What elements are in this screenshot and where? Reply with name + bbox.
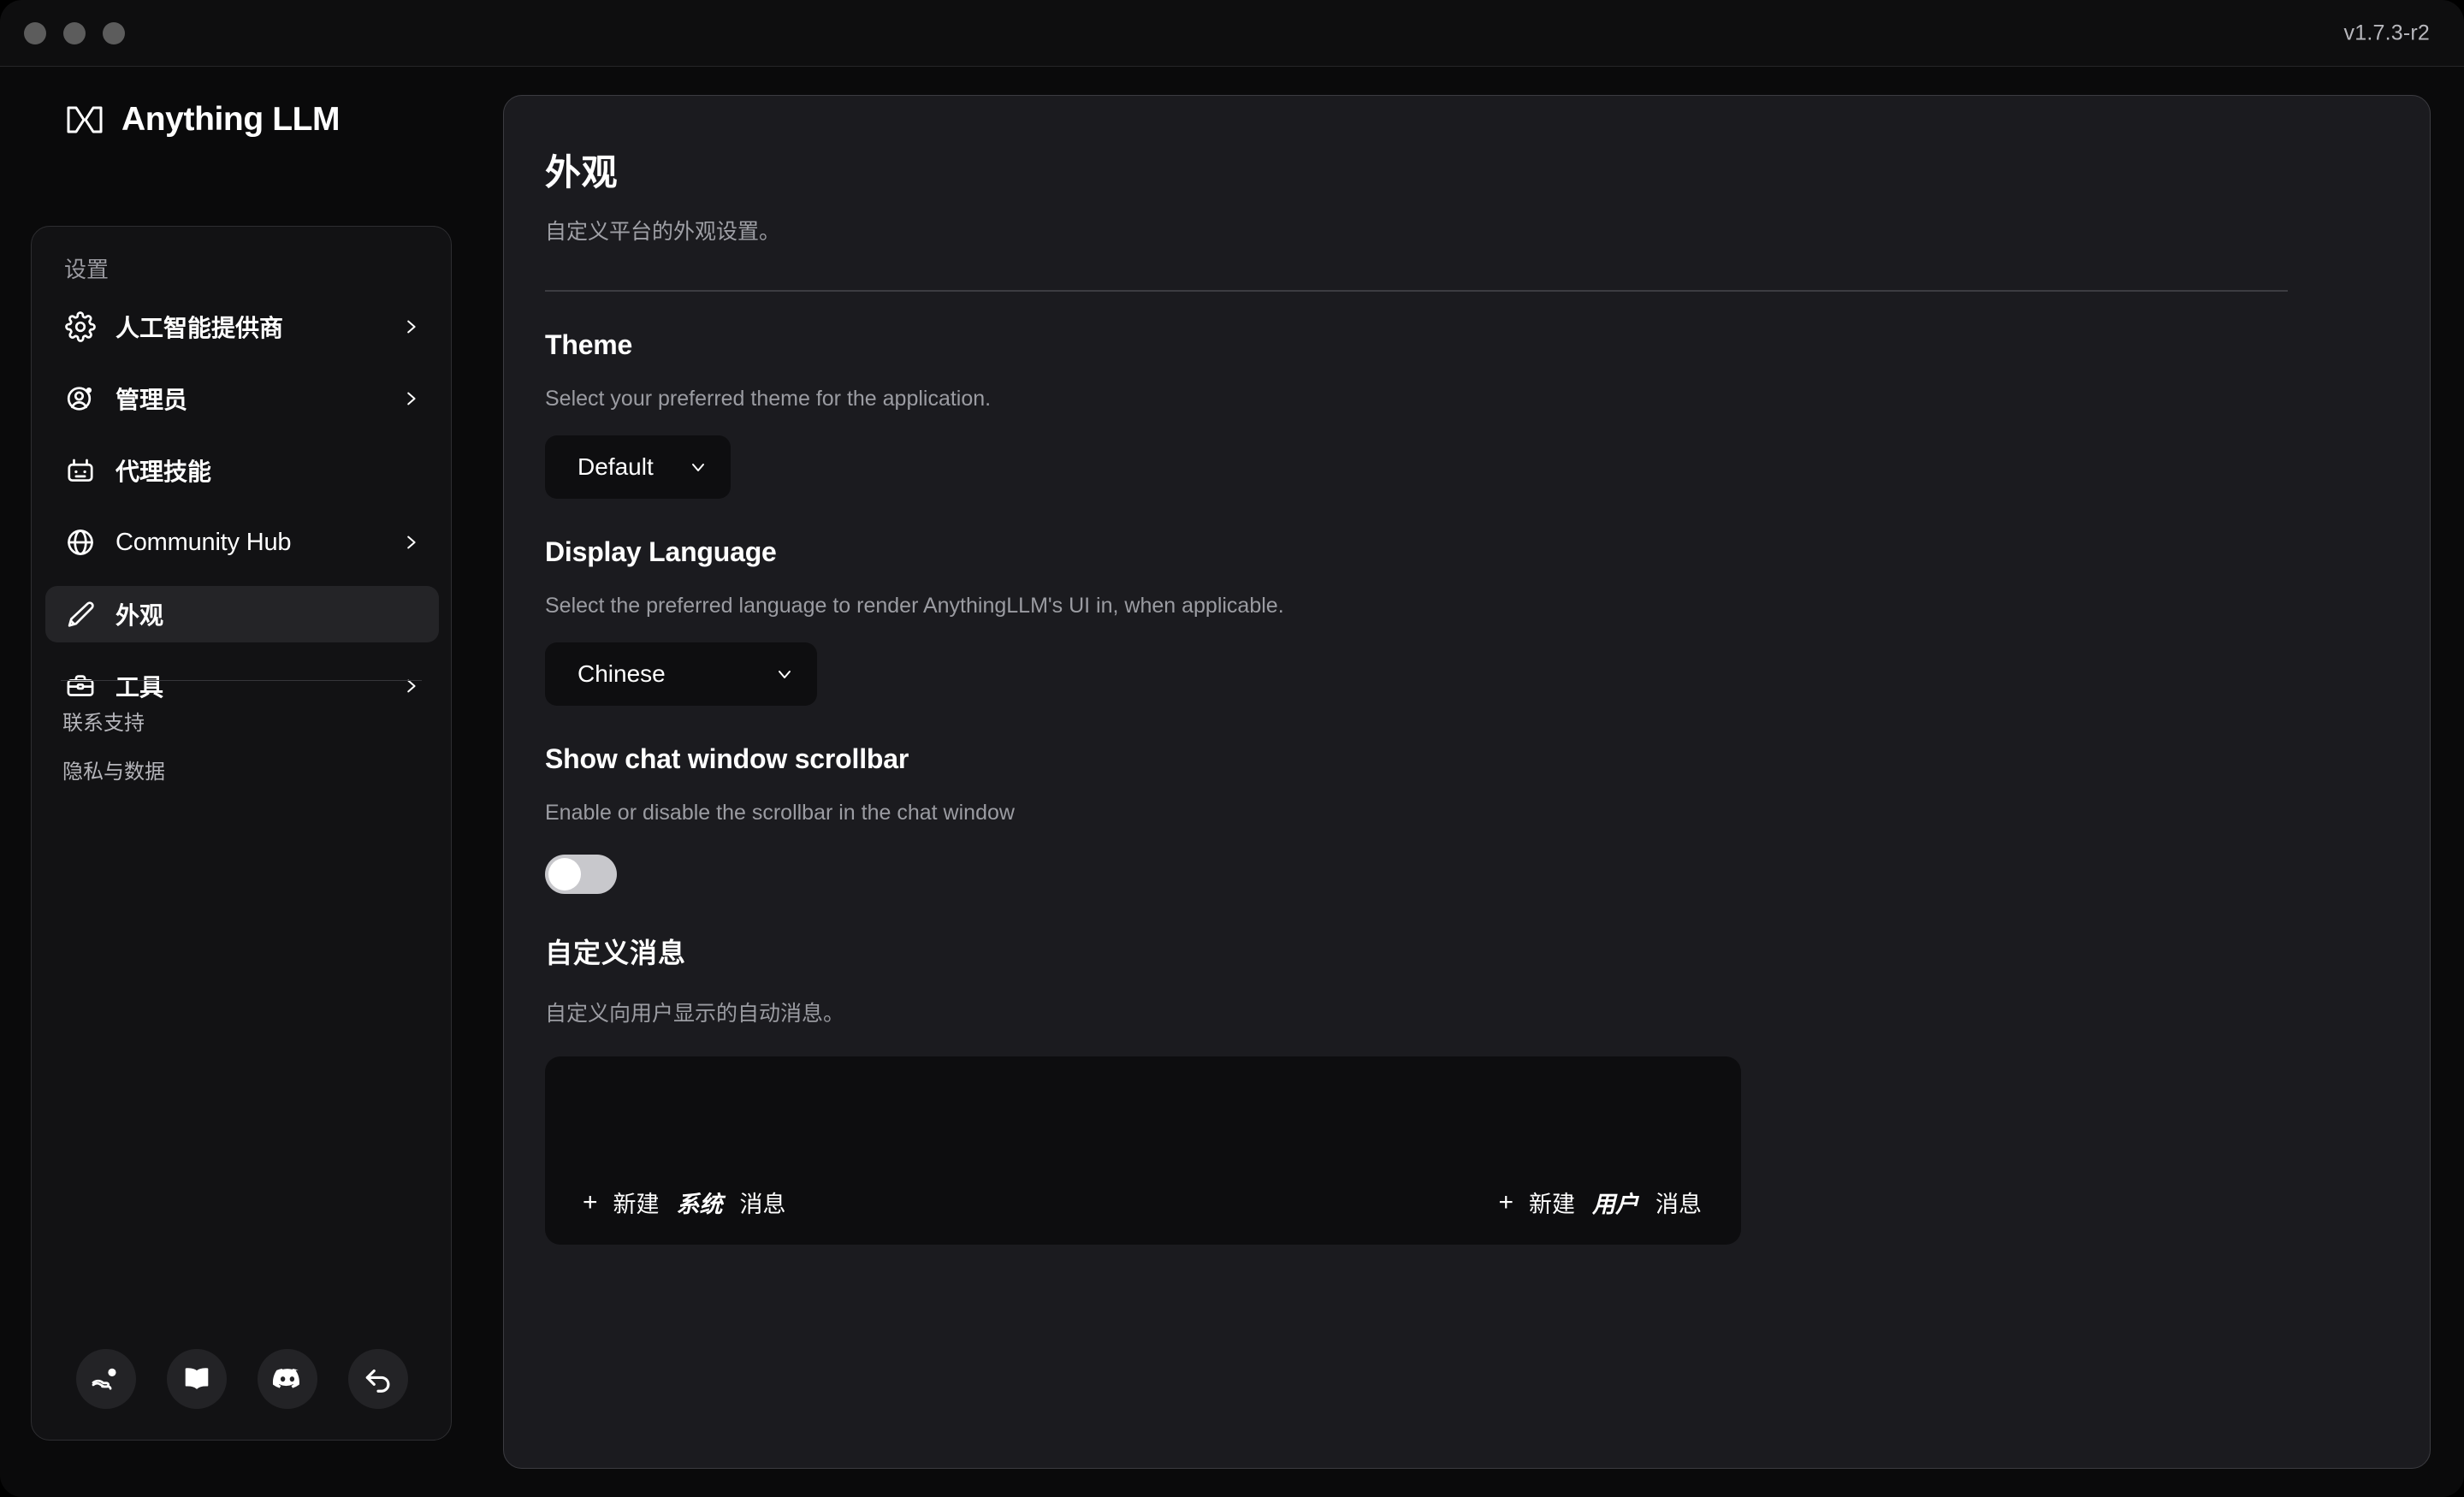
page-title: 外观 (545, 152, 619, 192)
theme-title: Theme (545, 329, 633, 360)
header-divider (545, 290, 2288, 292)
toggle-knob (548, 858, 581, 891)
display-language-section: Display Language Select the preferred la… (545, 536, 2342, 706)
custom-messages-section: 自定义消息 自定义向用户显示的自动消息。 + 新建 系统 消息 + 新建 用户 … (545, 932, 2342, 1245)
display-language-select[interactable]: Chinese (545, 642, 817, 706)
chevron-right-icon (401, 317, 420, 336)
new-system-message-emphasis: 系统 (676, 1192, 723, 1217)
app-window: v1.7.3-r2 Anything LLM 设置 人工智能提供商 管理员 代理… (0, 0, 2464, 1497)
brand[interactable]: Anything LLM (65, 101, 341, 139)
arrow-back-icon (362, 1363, 394, 1395)
sidebar-item-admin[interactable]: 管理员 (45, 370, 439, 427)
minimize-button[interactable] (63, 21, 86, 44)
sidebar-item-label: 工具 (116, 674, 164, 701)
hand-coin-icon (90, 1363, 122, 1395)
theme-select[interactable]: Default (545, 435, 731, 499)
pencil-icon (64, 598, 97, 630)
new-system-message-prefix: 新建 (613, 1192, 660, 1217)
discord-button[interactable] (258, 1349, 317, 1409)
chevron-down-icon (740, 664, 795, 684)
version-label: v1.7.3-r2 (2343, 21, 2430, 44)
scrollbar-description: Enable or disable the scrollbar in the c… (545, 801, 1015, 825)
sidebar-item-label: 人工智能提供商 (116, 315, 284, 341)
custom-messages-title: 自定义消息 (545, 938, 687, 968)
discord-icon (271, 1363, 304, 1395)
docs-button[interactable] (167, 1349, 227, 1409)
traffic-lights (24, 21, 125, 44)
sidebar-item-appearance[interactable]: 外观 (45, 586, 439, 642)
sidebar-divider (61, 680, 422, 681)
body-area: Anything LLM 设置 人工智能提供商 管理员 代理技能 Communi… (0, 67, 2464, 1497)
theme-description: Select your preferred theme for the appl… (545, 387, 992, 411)
new-user-message-button[interactable]: + 新建 用户 消息 (1498, 1186, 1703, 1219)
anythingllm-logo-icon (65, 105, 104, 134)
scrollbar-section: Show chat window scrollbar Enable or dis… (545, 743, 2342, 894)
title-bar: v1.7.3-r2 (0, 0, 2464, 67)
chevron-right-icon (401, 389, 420, 408)
appearance-settings: 外观 自定义平台的外观设置。 Theme Select your preferr… (545, 144, 2342, 1245)
display-language-description: Select the preferred language to render … (545, 594, 1284, 618)
plus-icon: + (583, 1187, 598, 1216)
theme-select-value: Default (578, 453, 654, 480)
settings-section-label: 设置 (64, 257, 110, 282)
new-user-message-prefix: 新建 (1529, 1192, 1575, 1217)
donate-button[interactable] (76, 1349, 136, 1409)
gear-icon (64, 311, 97, 343)
new-system-message-suffix: 消息 (739, 1192, 786, 1217)
privacy-and-data-link[interactable]: 隐私与数据 (62, 754, 165, 784)
custom-messages-actions: + 新建 系统 消息 + 新建 用户 消息 (545, 1186, 1741, 1219)
sidebar-item-label: 代理技能 (116, 459, 212, 485)
robot-icon (64, 454, 97, 487)
theme-section: Theme Select your preferred theme for th… (545, 329, 2342, 499)
custom-messages-box: + 新建 系统 消息 + 新建 用户 消息 (545, 1056, 1741, 1245)
custom-messages-description: 自定义向用户显示的自动消息。 (545, 1002, 845, 1026)
display-language-title: Display Language (545, 536, 777, 567)
book-open-icon (181, 1363, 213, 1395)
new-user-message-emphasis: 用户 (1592, 1192, 1638, 1217)
sidebar-item-agent-skills[interactable]: 代理技能 (45, 442, 439, 499)
chevron-right-icon (401, 533, 420, 552)
chevron-down-icon (654, 457, 708, 477)
sidebar-item-label: 管理员 (116, 387, 188, 413)
sidebar-panel: 设置 人工智能提供商 管理员 代理技能 Community Hub 外观 工具 … (31, 226, 452, 1441)
back-button[interactable] (348, 1349, 408, 1409)
plus-icon: + (1498, 1187, 1513, 1216)
new-user-message-suffix: 消息 (1656, 1192, 1702, 1217)
scrollbar-toggle[interactable] (545, 855, 617, 894)
close-button[interactable] (24, 21, 46, 44)
sidebar-item-ai-providers[interactable]: 人工智能提供商 (45, 299, 439, 355)
sidebar-social-row (32, 1349, 453, 1409)
brand-name: Anything LLM (121, 101, 341, 138)
user-gear-icon (64, 382, 97, 415)
settings-nav-list: 人工智能提供商 管理员 代理技能 Community Hub 外观 工具 (45, 299, 439, 730)
sidebar: Anything LLM 设置 人工智能提供商 管理员 代理技能 Communi… (0, 67, 496, 1497)
contact-support-link[interactable]: 联系支持 (62, 706, 165, 736)
scrollbar-title: Show chat window scrollbar (545, 743, 909, 774)
main-panel: 外观 自定义平台的外观设置。 Theme Select your preferr… (503, 95, 2431, 1469)
page-subtitle: 自定义平台的外观设置。 (545, 220, 781, 244)
toolbox-icon (64, 670, 97, 702)
sidebar-item-label: 外观 (116, 602, 164, 629)
new-system-message-button[interactable]: + 新建 系统 消息 (583, 1186, 788, 1219)
sidebar-item-community-hub[interactable]: Community Hub (45, 514, 439, 571)
globe-icon (64, 526, 97, 559)
display-language-select-value: Chinese (578, 660, 666, 687)
maximize-button[interactable] (103, 21, 125, 44)
sidebar-item-label: Community Hub (116, 528, 292, 556)
sidebar-footer-links: 联系支持 隐私与数据 (62, 706, 165, 803)
